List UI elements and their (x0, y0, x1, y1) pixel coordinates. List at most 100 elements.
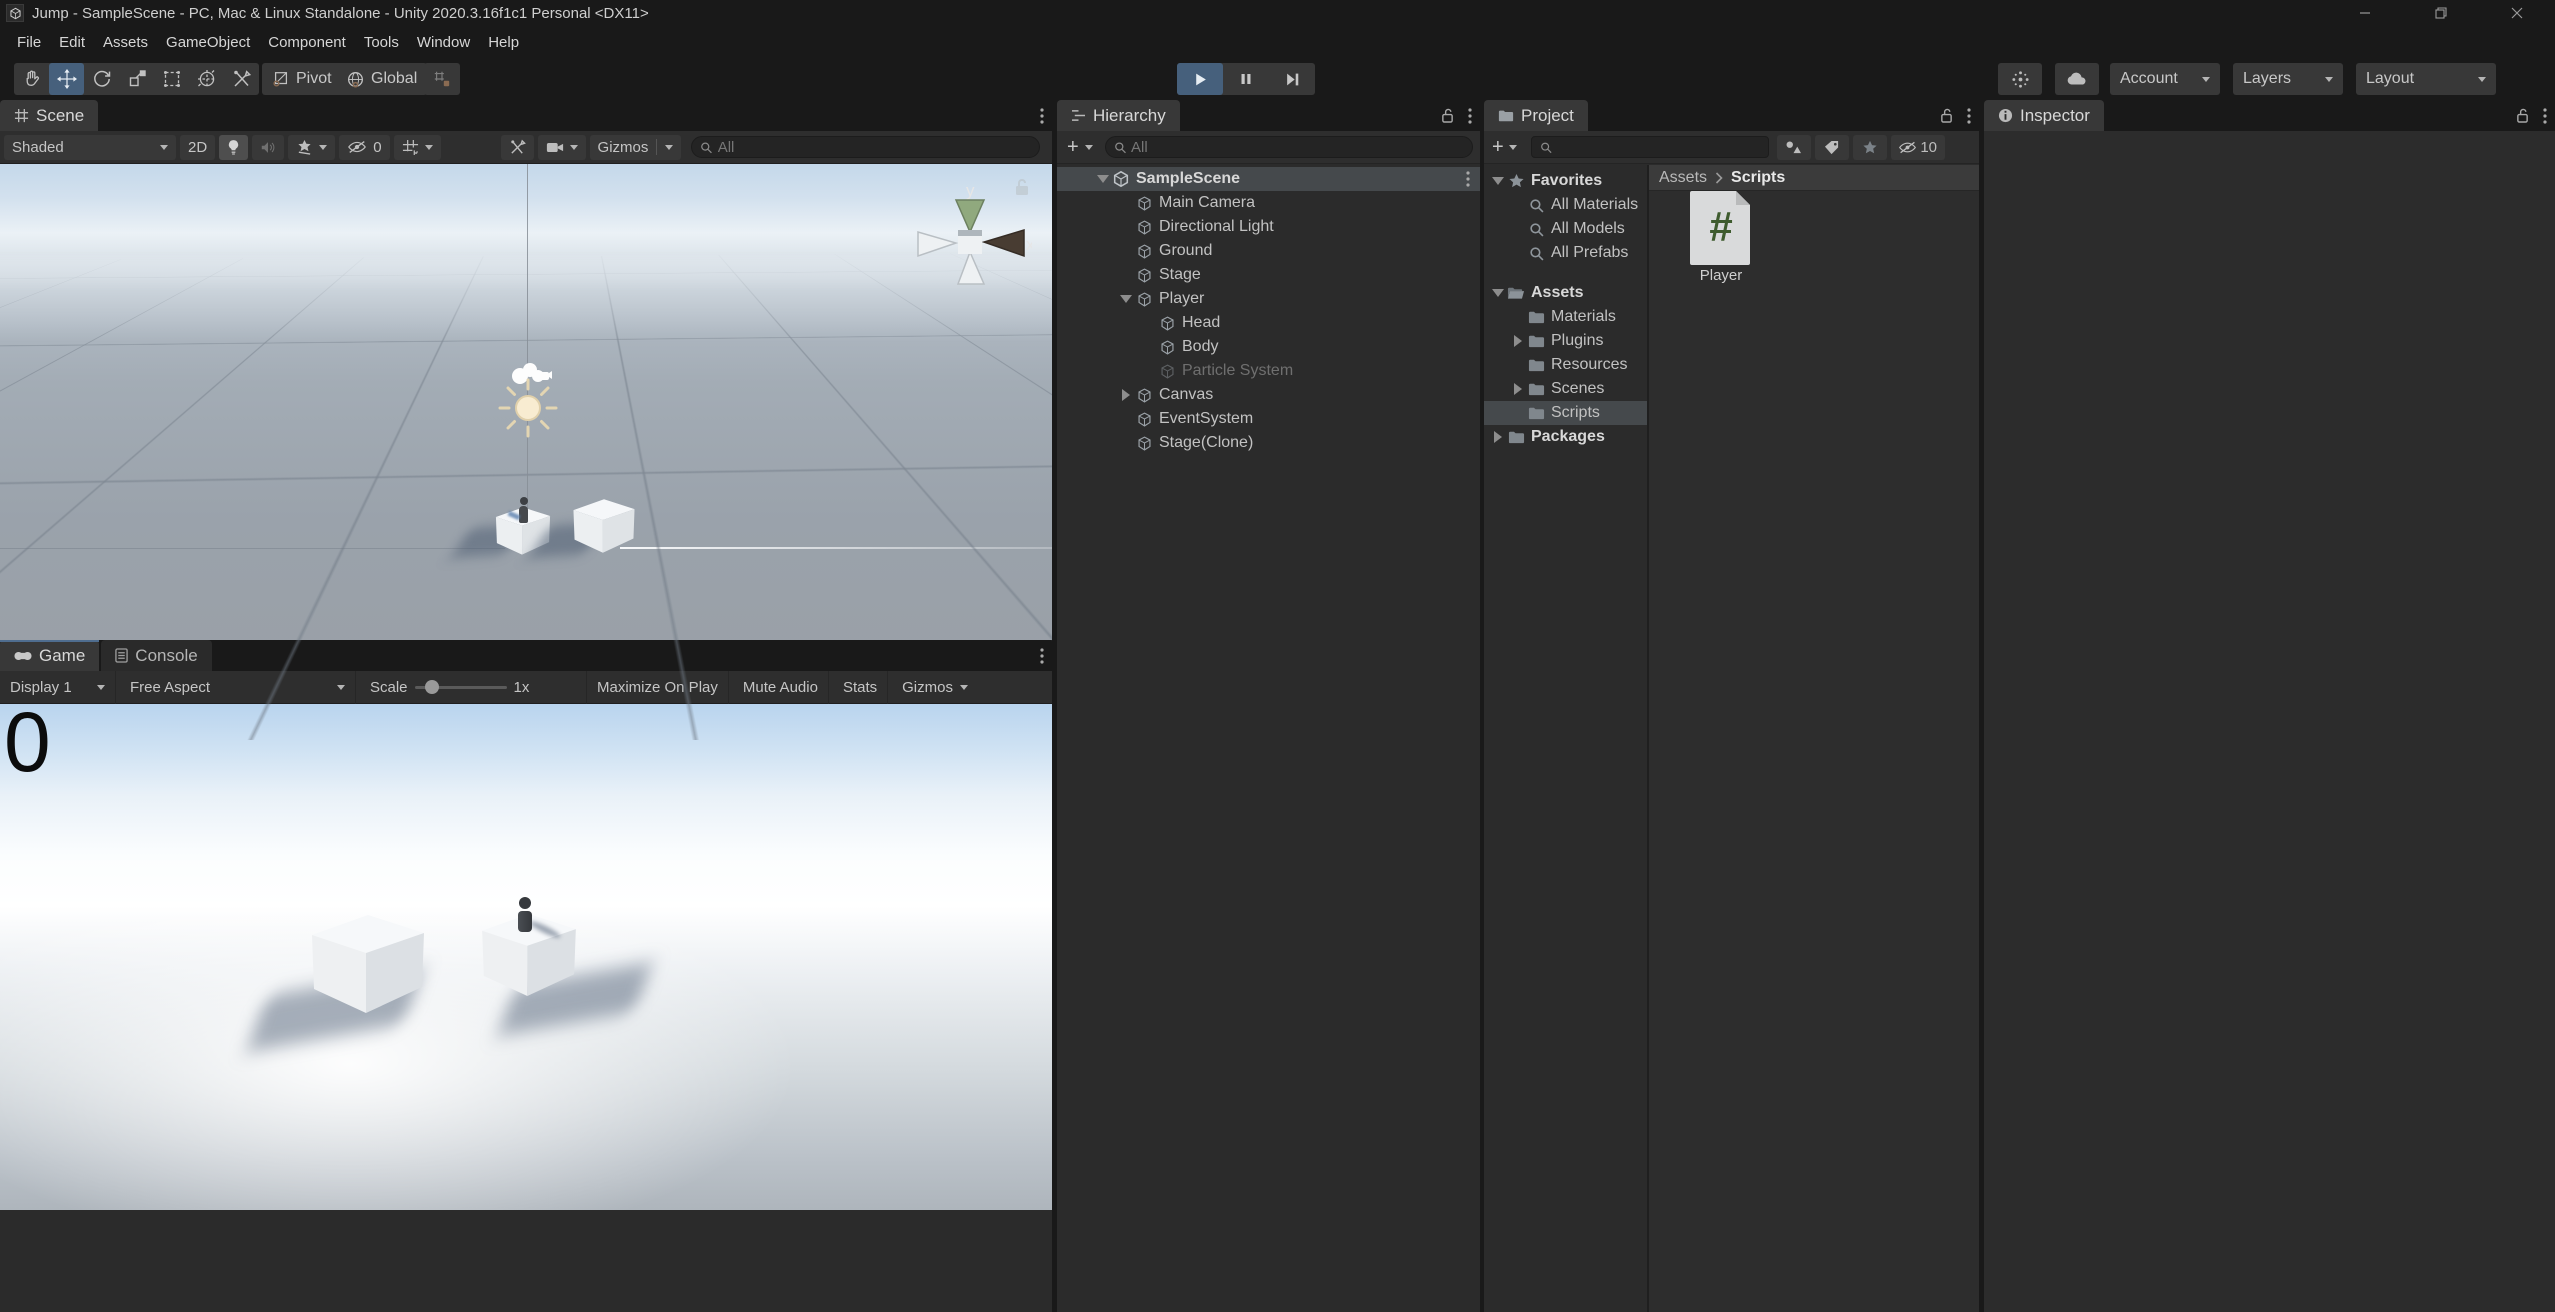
project-row-plugins[interactable]: Plugins (1484, 329, 1647, 353)
scene-search-input[interactable] (718, 139, 1031, 156)
expand-arrow-open[interactable] (1490, 289, 1506, 297)
sun-gizmo[interactable] (496, 376, 560, 440)
scene-lighting-toggle[interactable] (219, 135, 248, 160)
asset-item-player[interactable]: # Player (1679, 189, 1763, 284)
chevron-down-icon[interactable] (1085, 145, 1093, 150)
hierarchy-search-field[interactable] (1105, 136, 1473, 158)
step-button[interactable] (1269, 63, 1315, 95)
scene-audio-toggle[interactable] (252, 135, 284, 160)
project-row-packages[interactable]: Packages (1484, 425, 1647, 449)
project-row-favorites[interactable]: Favorites (1484, 169, 1647, 193)
global-toggle[interactable]: Global (336, 63, 427, 95)
hierarchy-row-stage[interactable]: Stage (1057, 263, 1480, 287)
row-menu-kebab[interactable] (1466, 171, 1470, 187)
scene-tools-button[interactable] (501, 135, 534, 160)
layers-dropdown[interactable]: Layers (2233, 63, 2343, 95)
tab-scene[interactable]: Scene (0, 100, 98, 131)
game-gizmos-dropdown[interactable]: Gizmos (892, 671, 978, 704)
scene-camera-dropdown[interactable] (538, 135, 586, 160)
hierarchy-row-ground[interactable]: Ground (1057, 239, 1480, 263)
expand-arrow-open[interactable] (1095, 175, 1111, 183)
player-gizmo[interactable] (520, 497, 528, 505)
create-asset-button[interactable]: + (1492, 136, 1504, 159)
hierarchy-search-input[interactable] (1131, 139, 1464, 156)
expand-arrow-open[interactable] (1118, 295, 1134, 303)
hand-tool[interactable] (14, 63, 49, 95)
stats-toggle[interactable]: Stats (833, 671, 888, 704)
hierarchy-row-directional-light[interactable]: Directional Light (1057, 215, 1480, 239)
game-menu-kebab[interactable] (1040, 648, 1044, 664)
expand-arrow-open[interactable] (1490, 177, 1506, 185)
gizmos-dropdown[interactable]: Gizmos (590, 135, 682, 160)
menu-component[interactable]: Component (259, 28, 355, 56)
scale-slider-knob[interactable] (425, 680, 439, 694)
hierarchy-row-stage-clone-[interactable]: Stage(Clone) (1057, 431, 1480, 455)
tab-console[interactable]: Console (101, 640, 211, 671)
create-object-button[interactable]: + (1067, 136, 1079, 159)
rect-tool[interactable] (154, 63, 189, 95)
expand-arrow-closed[interactable] (1490, 431, 1506, 443)
hidden-objects-toggle[interactable]: 0 (339, 135, 389, 160)
layout-dropdown[interactable]: Layout (2356, 63, 2496, 95)
scene-orientation-gizmo[interactable]: y x (908, 180, 1032, 304)
tab-inspector[interactable]: Inspector (1984, 100, 2104, 131)
custom-tool[interactable] (224, 63, 259, 95)
account-dropdown[interactable]: Account (2110, 63, 2220, 95)
view-lock-icon[interactable] (1014, 178, 1030, 196)
maximize-on-play-toggle[interactable]: Maximize On Play (586, 671, 729, 704)
hierarchy-row-main-camera[interactable]: Main Camera (1057, 191, 1480, 215)
hidden-packages-toggle[interactable]: 10 (1891, 135, 1945, 160)
tab-project[interactable]: Project (1484, 100, 1588, 131)
aspect-dropdown[interactable]: Free Aspect (120, 671, 356, 704)
hierarchy-row-player[interactable]: Player (1057, 287, 1480, 311)
mute-audio-toggle[interactable]: Mute Audio (733, 671, 829, 704)
menu-edit[interactable]: Edit (50, 28, 94, 56)
hierarchy-row-head[interactable]: Head (1057, 311, 1480, 335)
menu-help[interactable]: Help (479, 28, 528, 56)
project-row-all-materials[interactable]: All Materials (1484, 193, 1647, 217)
grid-visibility-dropdown[interactable] (394, 135, 441, 160)
display-dropdown[interactable]: Display 1 (0, 671, 116, 704)
search-by-label-button[interactable] (1815, 135, 1849, 160)
hierarchy-lock-icon[interactable] (1441, 108, 1454, 123)
tab-hierarchy[interactable]: Hierarchy (1057, 100, 1180, 131)
pause-button[interactable] (1223, 63, 1269, 95)
project-row-all-models[interactable]: All Models (1484, 217, 1647, 241)
play-button[interactable] (1177, 63, 1223, 95)
shading-mode-dropdown[interactable]: Shaded (4, 135, 176, 160)
project-lock-icon[interactable] (1940, 108, 1953, 123)
project-row-all-prefabs[interactable]: All Prefabs (1484, 241, 1647, 265)
search-by-type-button[interactable] (1777, 135, 1811, 160)
hierarchy-row-particle-system[interactable]: Particle System (1057, 359, 1480, 383)
game-viewport[interactable]: 0 (0, 704, 1052, 1210)
project-search-input[interactable] (1557, 139, 1760, 156)
hierarchy-row-samplescene[interactable]: SampleScene (1057, 167, 1480, 191)
expand-arrow-closed[interactable] (1118, 389, 1134, 401)
stage-cube[interactable] (570, 496, 638, 556)
accessibility-button[interactable] (1998, 63, 2042, 95)
2d-toggle[interactable]: 2D (180, 135, 215, 160)
hierarchy-menu-kebab[interactable] (1468, 108, 1472, 124)
save-search-button[interactable] (1853, 135, 1887, 160)
tab-game[interactable]: Game (0, 640, 99, 671)
scale-slider[interactable] (415, 686, 507, 689)
breadcrumb-current[interactable]: Scripts (1731, 169, 1785, 187)
menu-tools[interactable]: Tools (355, 28, 408, 56)
transform-tool[interactable] (189, 63, 224, 95)
project-menu-kebab[interactable] (1967, 108, 1971, 124)
rotate-tool[interactable] (84, 63, 119, 95)
hierarchy-row-body[interactable]: Body (1057, 335, 1480, 359)
project-row-materials[interactable]: Materials (1484, 305, 1647, 329)
pivot-toggle[interactable]: Pivot (262, 63, 342, 95)
project-row-assets[interactable]: Assets (1484, 281, 1647, 305)
minimize-button[interactable] (2327, 0, 2403, 26)
grid-snap-button[interactable] (424, 63, 460, 95)
hierarchy-row-canvas[interactable]: Canvas (1057, 383, 1480, 407)
restore-button[interactable] (2403, 0, 2479, 26)
close-button[interactable] (2479, 0, 2555, 26)
scene-menu-kebab[interactable] (1040, 108, 1044, 124)
expand-arrow-closed[interactable] (1510, 335, 1526, 347)
project-search-field[interactable] (1531, 136, 1769, 158)
project-row-resources[interactable]: Resources (1484, 353, 1647, 377)
hierarchy-row-eventsystem[interactable]: EventSystem (1057, 407, 1480, 431)
